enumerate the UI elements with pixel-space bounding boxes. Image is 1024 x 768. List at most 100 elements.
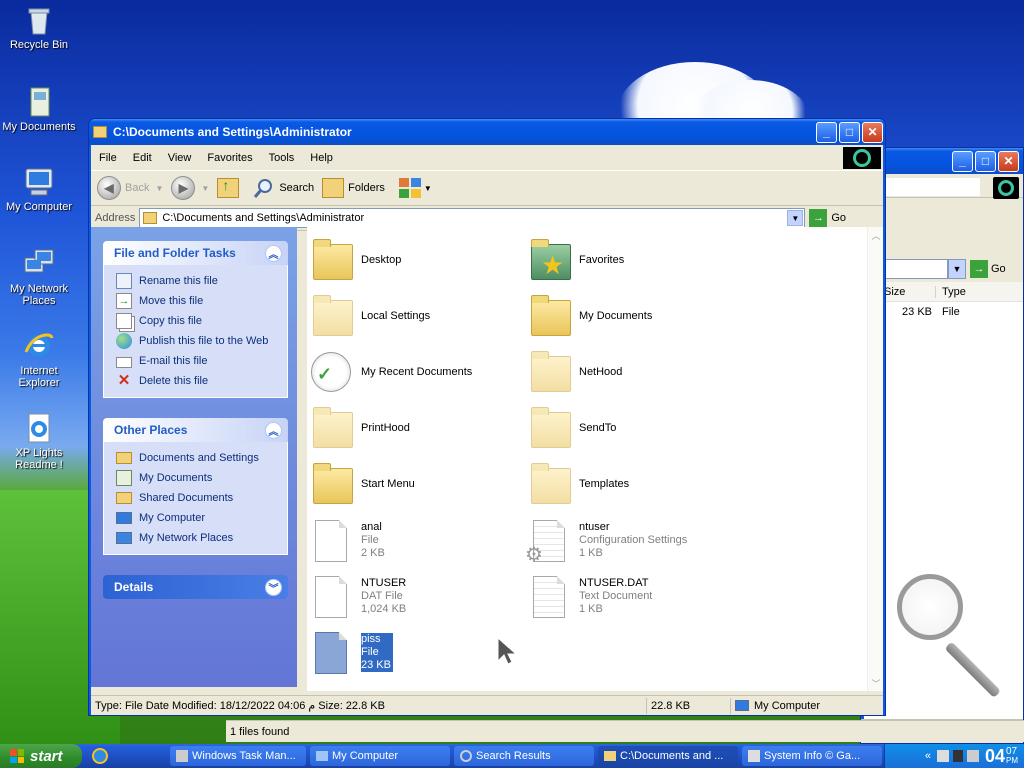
search-button[interactable]: Search <box>253 177 314 199</box>
status-text: 1 files found <box>230 725 290 738</box>
back-button[interactable]: ◀ Back ▼ <box>97 176 163 200</box>
panel-header[interactable]: File and Folder Tasks ︽ <box>103 241 288 265</box>
menu-tools[interactable]: Tools <box>261 152 303 164</box>
task-label: Search Results <box>476 750 551 762</box>
file-item[interactable]: NetHood <box>525 345 735 399</box>
window-title: C:\Documents and Settings\Administrator <box>113 125 352 139</box>
task-move[interactable]: → Move this file <box>116 291 287 311</box>
place-my-network-places[interactable]: My Network Places <box>116 528 287 548</box>
forward-button[interactable]: ▶ ▼ <box>171 176 209 200</box>
file-size: 1,024 KB <box>361 602 407 615</box>
place-documents-and-settings[interactable]: Documents and Settings <box>116 448 287 468</box>
search-icon <box>254 179 273 198</box>
task-label: Publish this file to the Web <box>139 335 269 347</box>
taskbar-button[interactable]: System Info © Ga... <box>742 746 882 766</box>
explorer-window[interactable]: C:\Documents and Settings\Administrator … <box>88 118 886 716</box>
task-copy[interactable]: Copy this file <box>116 311 287 331</box>
place-shared-documents[interactable]: Shared Documents <box>116 488 287 508</box>
panel-header[interactable]: Other Places ︽ <box>103 418 288 442</box>
dropdown-arrow-icon[interactable]: ▼ <box>787 210 804 226</box>
table-row[interactable]: 23 KB File <box>864 302 1023 322</box>
views-button[interactable]: ▼ <box>398 178 432 198</box>
close-button[interactable]: ✕ <box>998 150 1019 172</box>
up-folder-button[interactable]: ↑ <box>217 177 240 198</box>
file-item[interactable]: ✓ My Recent Documents <box>307 345 517 399</box>
taskbar-button[interactable]: Search Results <box>454 746 594 766</box>
task-delete[interactable]: ✕ Delete this file <box>116 371 287 391</box>
task-email[interactable]: E-mail this file <box>116 351 287 371</box>
rename-icon <box>116 273 132 289</box>
file-item[interactable]: My Documents <box>525 289 735 343</box>
task-rename[interactable]: Rename this file <box>116 271 287 291</box>
desktop-icon-my-computer[interactable]: My Computer <box>0 166 78 213</box>
menu-file[interactable]: File <box>91 152 125 164</box>
desktop-icon-my-network-places[interactable]: My Network Places <box>0 248 78 307</box>
scroll-up-icon[interactable]: ︿ <box>869 227 883 243</box>
desktop-icon-my-documents[interactable]: My Documents <box>0 86 78 133</box>
folders-button[interactable]: Folders <box>322 178 385 198</box>
task-label: C:\Documents and ... <box>620 750 724 762</box>
config-file-icon: ⚙ <box>525 516 573 566</box>
maximize-button[interactable]: □ <box>839 121 860 143</box>
maximize-button[interactable]: □ <box>975 150 996 172</box>
tray-expand-icon[interactable]: « <box>925 750 931 762</box>
menu-favorites[interactable]: Favorites <box>199 152 260 164</box>
desktop-icon-internet-explorer[interactable]: Internet Explorer <box>0 330 78 389</box>
start-button[interactable]: start <box>0 744 82 768</box>
file-item[interactable]: ★ Favorites <box>525 233 735 287</box>
file-item[interactable]: NTUSER.DAT Text Document 1 KB <box>525 569 735 623</box>
file-item[interactable]: Local Settings <box>307 289 517 343</box>
search-icon <box>460 750 472 762</box>
volume-tray-icon[interactable] <box>952 750 963 762</box>
address-input[interactable]: C:\Documents and Settings\Administrator … <box>139 208 806 228</box>
expand-icon[interactable]: ︾ <box>265 578 282 596</box>
panel-title: Details <box>114 580 154 594</box>
menu-help[interactable]: Help <box>302 152 341 164</box>
folders-icon <box>322 178 345 198</box>
desktop-icon-recycle-bin[interactable]: Recycle Bin <box>0 4 78 51</box>
folders-label: Folders <box>348 182 385 194</box>
file-item[interactable]: Desktop <box>307 233 517 287</box>
panel-header[interactable]: Details ︾ <box>103 575 288 599</box>
tray-app-icon[interactable] <box>966 750 979 762</box>
file-item[interactable]: ⚙ ntuser Configuration Settings 1 KB <box>525 513 735 567</box>
column-header-type[interactable]: Type <box>936 286 966 298</box>
taskbar-button-active[interactable]: C:\Documents and ... <box>598 746 738 766</box>
desktop-icon-xp-lights-readme[interactable]: XP Lights Readme ! <box>0 412 78 471</box>
network-tray-icon[interactable] <box>936 750 949 762</box>
taskbar-button[interactable]: My Computer <box>310 746 450 766</box>
file-item[interactable]: NTUSER DAT File 1,024 KB <box>307 569 517 623</box>
folder-icon <box>604 751 616 761</box>
ie-quicklaunch-icon[interactable] <box>92 748 108 764</box>
window-titlebar[interactable]: C:\Documents and Settings\Administrator … <box>89 119 885 145</box>
file-type: Configuration Settings <box>579 533 688 546</box>
file-item-selected[interactable]: piss File 23 KB <box>307 625 517 679</box>
file-item[interactable]: SendTo <box>525 401 735 455</box>
file-item[interactable]: Start Menu <box>307 457 517 511</box>
go-button[interactable]: → Go <box>809 209 846 227</box>
up-folder-icon: ↑ <box>217 177 240 198</box>
windows-logo-icon <box>993 177 1019 199</box>
place-my-documents[interactable]: My Documents <box>116 468 287 488</box>
collapse-icon[interactable]: ︽ <box>265 421 282 439</box>
folder-icon <box>307 236 355 284</box>
menu-view[interactable]: View <box>160 152 200 164</box>
status-bar: Type: File Date Modified: 18/12/2022 04:… <box>91 695 883 715</box>
menu-edit[interactable]: Edit <box>125 152 160 164</box>
file-item[interactable]: Templates <box>525 457 735 511</box>
dropdown-arrow-icon[interactable]: ▼ <box>948 259 966 279</box>
file-item[interactable]: anal File 2 KB <box>307 513 517 567</box>
file-item[interactable]: PrintHood <box>307 401 517 455</box>
vertical-scrollbar[interactable]: ︿ ﹀ <box>867 227 883 691</box>
close-button[interactable]: ✕ <box>862 121 883 143</box>
minimize-button[interactable]: _ <box>952 150 973 172</box>
place-my-computer[interactable]: My Computer <box>116 508 287 528</box>
minimize-button[interactable]: _ <box>816 121 837 143</box>
task-publish[interactable]: Publish this file to the Web <box>116 331 287 351</box>
go-button[interactable]: → Go <box>970 260 1006 278</box>
file-name: My Recent Documents <box>361 365 473 378</box>
collapse-icon[interactable]: ︽ <box>265 244 282 262</box>
taskbar-button[interactable]: Windows Task Man... <box>170 746 306 766</box>
clock[interactable]: 04 07 PM <box>985 746 1018 767</box>
scroll-down-icon[interactable]: ﹀ <box>869 675 883 691</box>
